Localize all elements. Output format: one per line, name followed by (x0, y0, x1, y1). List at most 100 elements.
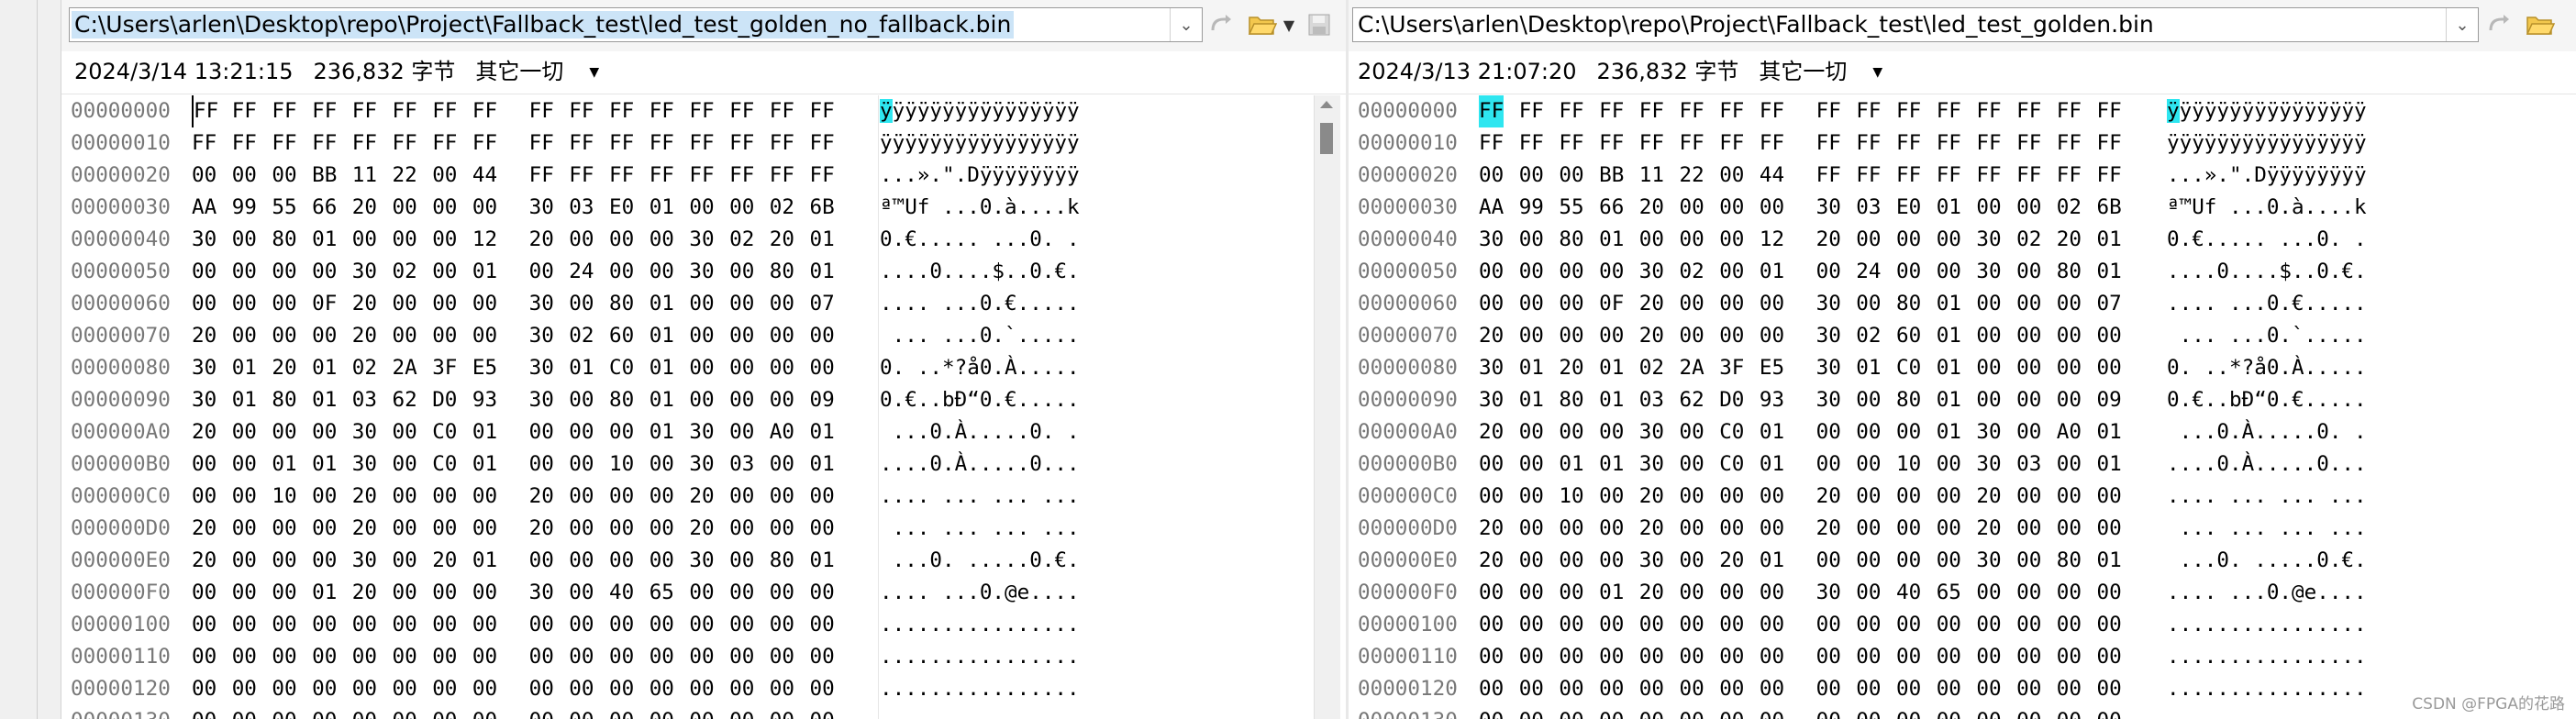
hex-byte[interactable]: 80 (272, 384, 296, 416)
hex-byte[interactable]: FF (1937, 127, 1961, 160)
hex-byte[interactable]: 00 (1719, 609, 1744, 641)
hex-byte[interactable]: 01 (1599, 577, 1624, 609)
hex-byte[interactable]: 00 (1760, 609, 1784, 641)
hex-byte[interactable]: 01 (2097, 256, 2122, 288)
hex-byte[interactable]: 00 (810, 577, 835, 609)
hex-byte[interactable]: 00 (1760, 481, 1784, 513)
hex-byte[interactable]: 20 (1976, 513, 2001, 545)
hex-byte[interactable]: 80 (2057, 256, 2082, 288)
hex-byte[interactable]: 00 (192, 160, 217, 192)
hex-byte[interactable]: 00 (1559, 641, 1583, 673)
hex-byte[interactable]: 00 (232, 609, 257, 641)
hex-byte[interactable]: 00 (1976, 288, 2001, 320)
hex-byte[interactable]: 00 (1519, 513, 1544, 545)
hex-byte[interactable]: 44 (472, 160, 497, 192)
hex-byte[interactable]: 00 (1719, 673, 1744, 705)
hex-byte[interactable]: 00 (609, 705, 634, 719)
left-path-dropdown-button[interactable]: ⌄ (1170, 8, 1202, 41)
hex-byte[interactable]: 00 (393, 481, 417, 513)
hex-byte[interactable]: 12 (472, 224, 497, 256)
hex-byte[interactable]: 00 (609, 224, 634, 256)
hex-byte[interactable]: 01 (810, 448, 835, 481)
left-save-button[interactable] (1302, 7, 1337, 42)
hex-byte[interactable]: 00 (2016, 705, 2041, 719)
hex-byte[interactable]: 01 (810, 416, 835, 448)
hex-byte[interactable]: FF (529, 160, 554, 192)
hex-byte[interactable]: 01 (312, 224, 337, 256)
hex-byte[interactable]: 00 (1680, 320, 1704, 352)
hex-byte[interactable]: 00 (393, 416, 417, 448)
hex-byte[interactable]: 00 (1896, 513, 1921, 545)
hex-byte[interactable]: 00 (1519, 609, 1544, 641)
hex-byte[interactable]: 00 (2097, 352, 2122, 384)
hex-byte[interactable]: 00 (393, 513, 417, 545)
hex-byte[interactable]: FF (232, 127, 257, 160)
hex-byte[interactable]: 00 (1896, 416, 1921, 448)
hex-byte[interactable]: 00 (1896, 481, 1921, 513)
hex-byte[interactable]: 01 (1760, 416, 1784, 448)
row-ascii[interactable]: 0. ..*?å0.À..... (880, 352, 1080, 384)
hex-byte[interactable]: 00 (232, 224, 257, 256)
hex-byte[interactable]: 00 (272, 577, 296, 609)
hex-byte[interactable]: 00 (432, 320, 457, 352)
hex-byte[interactable]: 00 (650, 448, 674, 481)
hex-byte[interactable]: 01 (312, 384, 337, 416)
row-ascii[interactable]: ...0.À.....0. . (2167, 416, 2367, 448)
hex-byte[interactable]: 00 (1937, 673, 1961, 705)
hex-byte[interactable]: FF (312, 95, 337, 127)
hex-byte[interactable]: 01 (810, 545, 835, 577)
hex-byte[interactable]: 80 (770, 545, 794, 577)
hex-byte[interactable]: 00 (432, 705, 457, 719)
hex-byte[interactable]: 00 (312, 320, 337, 352)
hex-byte[interactable]: 01 (232, 352, 257, 384)
hex-byte[interactable]: FF (2016, 127, 2041, 160)
hex-byte[interactable]: FF (1719, 127, 1744, 160)
hex-byte[interactable]: 00 (432, 481, 457, 513)
hex-byte[interactable]: FF (192, 95, 218, 127)
hex-byte[interactable]: 00 (729, 416, 754, 448)
row-ascii[interactable]: ....0.À.....0... (2167, 448, 2367, 481)
scrollbar-thumb[interactable] (1320, 123, 1333, 154)
hex-byte[interactable]: 00 (1896, 705, 1921, 719)
hex-byte[interactable]: 00 (432, 288, 457, 320)
hex-byte[interactable]: 00 (1519, 256, 1544, 288)
hex-byte[interactable]: 00 (1856, 384, 1881, 416)
hex-byte[interactable]: FF (1937, 95, 1961, 127)
hex-byte[interactable]: 00 (192, 481, 217, 513)
hex-byte[interactable]: 00 (1479, 481, 1504, 513)
hex-byte[interactable]: 01 (312, 577, 337, 609)
hex-byte[interactable]: 00 (1976, 577, 2001, 609)
hex-byte[interactable]: 07 (810, 288, 835, 320)
hex-byte[interactable]: 00 (1937, 224, 1961, 256)
row-ascii[interactable]: ... ... ... ... (2167, 513, 2367, 545)
row-ascii[interactable]: ....0....$..0.€. (880, 256, 1080, 288)
hex-byte[interactable]: 00 (1896, 609, 1921, 641)
hex-byte[interactable]: FF (1976, 160, 2001, 192)
hex-byte[interactable]: 66 (1599, 192, 1624, 224)
hex-byte[interactable]: 00 (432, 256, 457, 288)
hex-byte[interactable]: 20 (2057, 224, 2082, 256)
hex-byte[interactable]: 00 (1680, 577, 1704, 609)
hex-byte[interactable]: 03 (2016, 448, 2041, 481)
hex-byte[interactable]: 02 (393, 256, 417, 288)
hex-byte[interactable]: 80 (2057, 545, 2082, 577)
hex-byte[interactable]: 30 (1639, 545, 1664, 577)
hex-byte[interactable]: 01 (1760, 448, 1784, 481)
hex-byte[interactable]: 30 (529, 352, 554, 384)
row-ascii[interactable]: ... ... ... ... (880, 513, 1080, 545)
hex-byte[interactable]: 00 (1479, 577, 1504, 609)
hex-byte[interactable]: 00 (1816, 545, 1841, 577)
hex-byte[interactable]: 00 (1559, 577, 1583, 609)
hex-byte[interactable]: 30 (1639, 448, 1664, 481)
hex-byte[interactable]: 20 (529, 224, 554, 256)
hex-byte[interactable]: 00 (650, 641, 674, 673)
hex-byte[interactable]: 20 (1639, 192, 1664, 224)
hex-byte[interactable]: FF (609, 127, 634, 160)
hex-byte[interactable]: 80 (609, 384, 634, 416)
hex-byte[interactable]: 07 (2097, 288, 2122, 320)
hex-byte[interactable]: D0 (1719, 384, 1744, 416)
hex-byte[interactable]: 00 (1937, 545, 1961, 577)
hex-byte[interactable]: 00 (810, 352, 835, 384)
hex-byte[interactable]: 22 (393, 160, 417, 192)
hex-byte[interactable]: 00 (1680, 705, 1704, 719)
